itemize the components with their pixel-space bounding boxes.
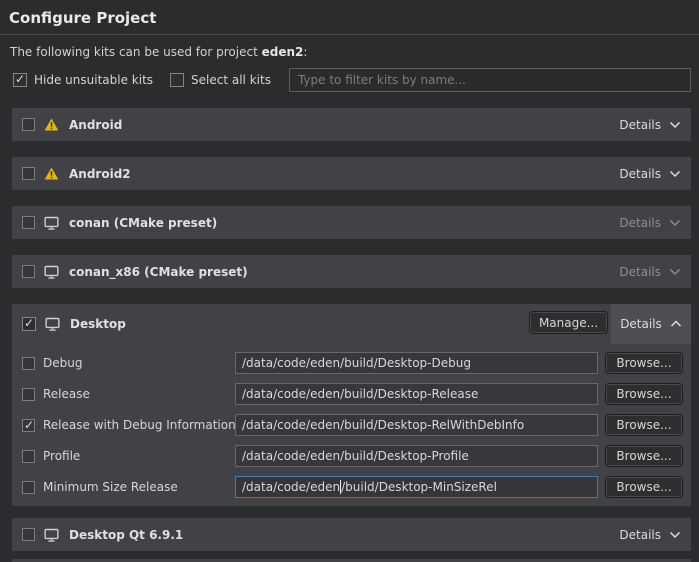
manage-kits-button[interactable]: Manage... (529, 311, 608, 334)
build-dir-input[interactable] (235, 414, 598, 436)
build-dir-input[interactable] (235, 383, 598, 405)
page-header: Configure Project (0, 0, 699, 35)
hide-unsuitable-kits-label: Hide unsuitable kits (34, 73, 153, 87)
details-button[interactable]: Details (619, 265, 681, 279)
path-text-after-caret: /build/Desktop-MinSizeRel (341, 480, 497, 494)
kits-help-prefix: The following kits can be used for proje… (10, 45, 262, 59)
details-label: Details (620, 317, 662, 331)
build-config-label: Debug (43, 356, 82, 370)
build-config-checkbox[interactable] (22, 419, 35, 432)
desktop-icon (43, 265, 59, 279)
checkbox-icon[interactable] (13, 73, 27, 87)
details-label: Details (619, 216, 661, 230)
kit-name: Android2 (69, 167, 131, 181)
kit-filter-input[interactable] (289, 68, 691, 92)
kit-row-android: Android Details (12, 108, 691, 141)
chevron-down-icon (669, 219, 681, 227)
warning-icon (43, 118, 59, 131)
chevron-down-icon (669, 170, 681, 178)
browse-button[interactable]: Browse... (605, 383, 683, 405)
browse-button[interactable]: Browse... (605, 476, 683, 498)
details-button[interactable]: Details (619, 167, 681, 181)
kit-name: conan_x86 (CMake preset) (69, 265, 248, 279)
build-config-row-debug: Debug Browse... (22, 352, 683, 374)
build-config-label: Profile (43, 449, 80, 463)
chevron-down-icon (669, 121, 681, 129)
build-config-checkbox[interactable] (22, 388, 35, 401)
build-dir-input[interactable] (235, 445, 598, 467)
kit-row-conan-x86: conan_x86 (CMake preset) Details (12, 255, 691, 288)
browse-button[interactable]: Browse... (605, 445, 683, 467)
details-label: Details (619, 265, 661, 279)
hide-unsuitable-kits-checkbox[interactable]: Hide unsuitable kits (13, 73, 153, 87)
page-title: Configure Project (9, 9, 689, 27)
desktop-icon (43, 216, 59, 230)
project-name: eden2 (262, 45, 304, 59)
build-config-row-release: Release Browse... (22, 383, 683, 405)
build-config-checkbox[interactable] (22, 450, 35, 463)
kits-help-text: The following kits can be used for proje… (10, 45, 689, 59)
kit-row-desktop-qt-691: Desktop Qt 6.9.1 Details (12, 518, 691, 551)
build-config-checkbox[interactable] (22, 481, 35, 494)
path-text-before-caret: /data/code/eden (242, 480, 340, 494)
kit-checkbox[interactable] (22, 118, 35, 131)
kit-checkbox[interactable] (22, 265, 35, 278)
kit-checkbox[interactable] (22, 167, 35, 180)
build-config-checkbox[interactable] (22, 357, 35, 370)
kit-name: Android (69, 118, 122, 132)
details-button[interactable]: Details (619, 216, 681, 230)
chevron-up-icon (670, 320, 682, 328)
checkbox-icon[interactable] (170, 73, 184, 87)
details-button[interactable]: Details (619, 118, 681, 132)
build-config-label: Release with Debug Information (43, 418, 236, 432)
chevron-down-icon (669, 531, 681, 539)
kits-help-suffix: : (303, 45, 307, 59)
kit-list: Android Details Android2 Details conan (… (12, 108, 691, 562)
kit-panel-desktop: Desktop Manage... Details Debug Browse..… (12, 304, 691, 506)
details-label: Details (619, 118, 661, 132)
desktop-icon (43, 528, 59, 542)
build-config-row-relwithdebinfo: Release with Debug Information Browse... (22, 414, 683, 436)
build-config-row-profile: Profile Browse... (22, 445, 683, 467)
build-config-row-minsizerel: Minimum Size Release /data/code/eden/bui… (22, 476, 683, 498)
kit-name: conan (CMake preset) (69, 216, 217, 230)
details-button[interactable]: Details (619, 528, 681, 542)
kit-name: Desktop (70, 317, 126, 331)
details-label: Details (619, 528, 661, 542)
build-dir-input-focused[interactable]: /data/code/eden/build/Desktop-MinSizeRel (235, 476, 598, 498)
kit-checkbox[interactable] (22, 216, 35, 229)
kit-name: Desktop Qt 6.9.1 (69, 528, 183, 542)
kit-filter-bar: Hide unsuitable kits Select all kits (13, 68, 691, 92)
build-config-label: Release (43, 387, 90, 401)
build-config-label: Minimum Size Release (43, 480, 178, 494)
warning-icon (43, 167, 59, 180)
kit-checkbox[interactable] (22, 317, 36, 331)
build-dir-input[interactable] (235, 352, 598, 374)
browse-button[interactable]: Browse... (605, 352, 683, 374)
kit-row-conan: conan (CMake preset) Details (12, 206, 691, 239)
browse-button[interactable]: Browse... (605, 414, 683, 436)
details-button-expanded[interactable]: Details (611, 304, 691, 344)
details-label: Details (619, 167, 661, 181)
kit-row-android2: Android2 Details (12, 157, 691, 190)
select-all-kits-label: Select all kits (191, 73, 271, 87)
kit-checkbox[interactable] (22, 528, 35, 541)
select-all-kits-checkbox[interactable]: Select all kits (170, 73, 271, 87)
desktop-icon (44, 317, 60, 331)
chevron-down-icon (669, 268, 681, 276)
